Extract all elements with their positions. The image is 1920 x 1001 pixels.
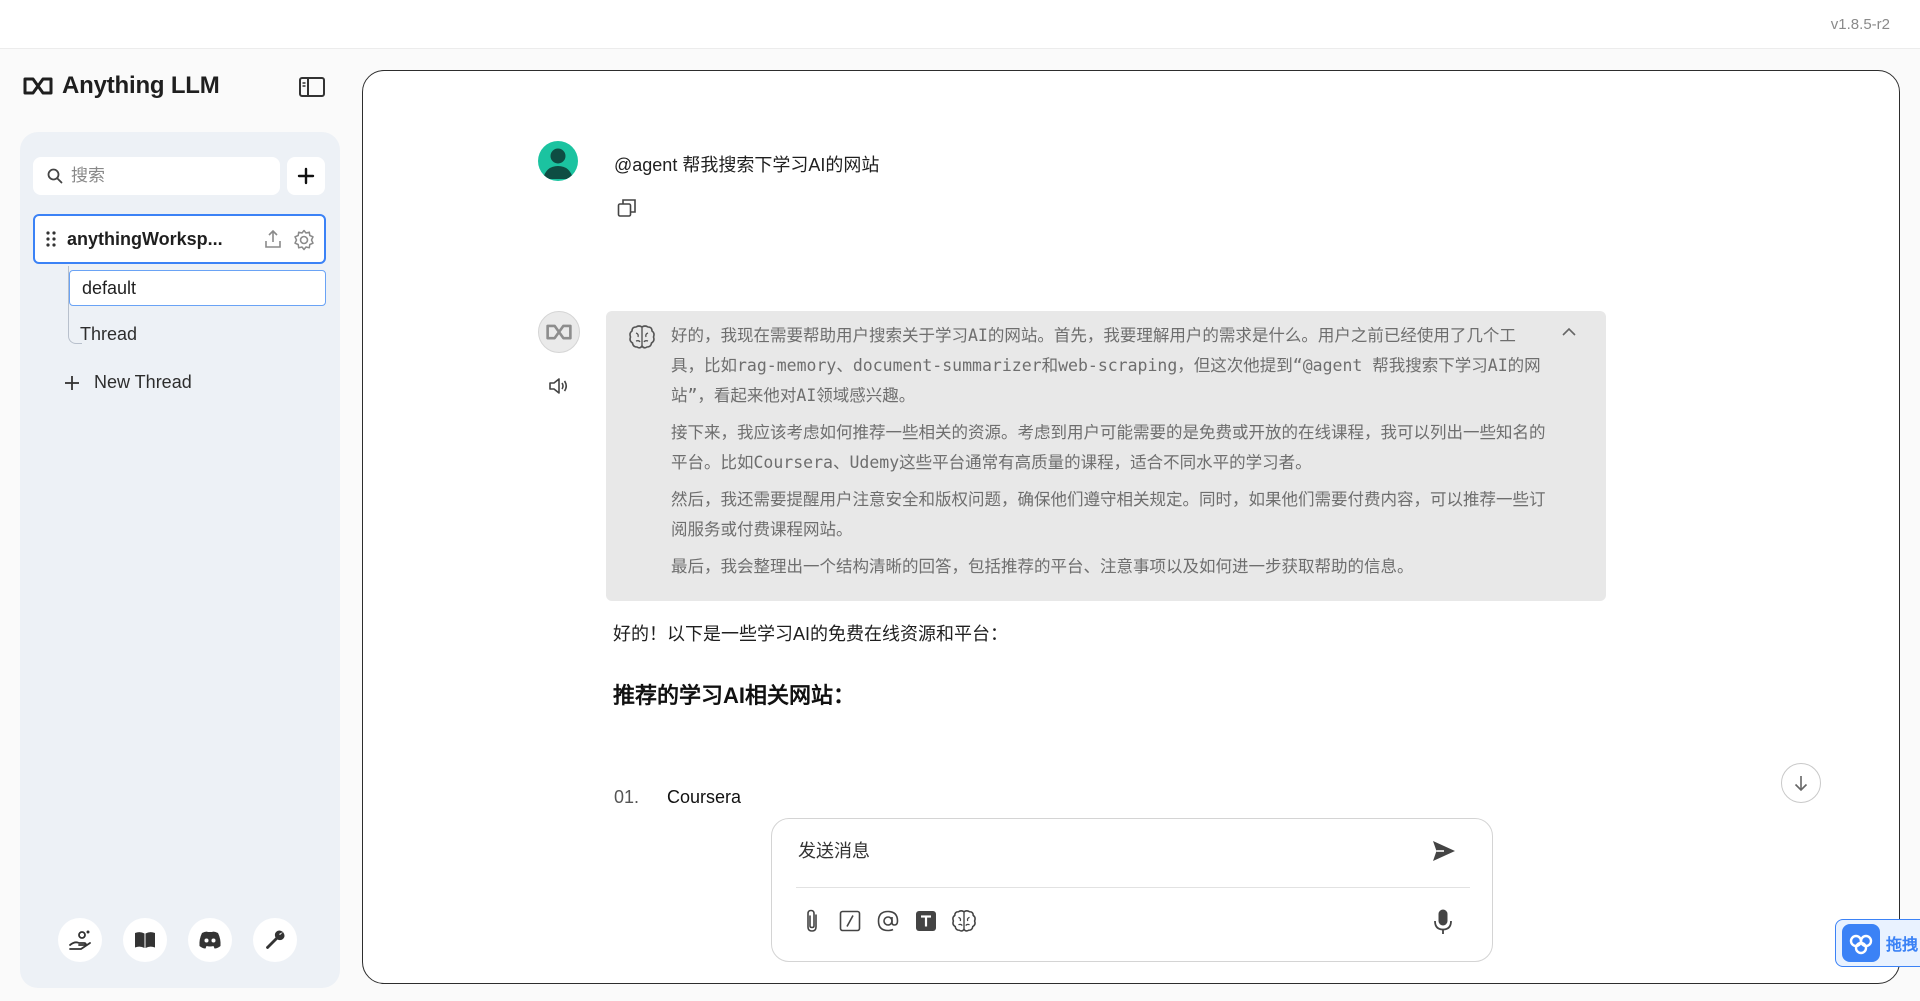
speaker-icon bbox=[549, 378, 568, 394]
message-composer bbox=[771, 818, 1493, 962]
workspace-name: anythingWorksp... bbox=[67, 228, 223, 249]
thought-paragraph: 好的，我现在需要帮助用户搜索关于学习AI的网站。首先，我要理解用户的需求是什么。… bbox=[671, 326, 1541, 405]
text-size-button[interactable] bbox=[912, 907, 939, 934]
sidebar-panel-icon bbox=[299, 77, 325, 97]
sidebar-toggle-button[interactable] bbox=[298, 76, 328, 100]
brain-icon bbox=[629, 325, 655, 349]
settings-button[interactable] bbox=[253, 918, 297, 962]
anything-llm-logo-icon bbox=[546, 324, 572, 340]
discord-icon bbox=[199, 931, 221, 949]
top-bar: v1.8.5-r2 bbox=[0, 0, 1920, 49]
answer-intro: 好的！以下是一些学习AI的免费在线资源和平台： bbox=[613, 624, 1009, 644]
composer-divider bbox=[796, 887, 1470, 888]
thought-paragraph: 然后，我还需要提醒用户注意安全和版权问题，确保他们遵守相关规定。同时，如果他们需… bbox=[671, 490, 1546, 539]
scroll-to-bottom-button[interactable] bbox=[1781, 763, 1821, 803]
microphone-button[interactable] bbox=[1432, 908, 1454, 941]
brand-logo[interactable]: Anything LLM bbox=[22, 72, 220, 100]
version-label: v1.8.5-r2 bbox=[1830, 16, 1890, 33]
user-avatar-icon bbox=[543, 148, 573, 179]
at-sign-icon bbox=[877, 910, 898, 931]
answer-heading: 推荐的学习AI相关网站： bbox=[613, 683, 856, 708]
settings-wrench-icon bbox=[266, 930, 285, 949]
list-item: Coursera bbox=[667, 787, 742, 807]
mention-agent-button[interactable] bbox=[874, 907, 901, 934]
upload-icon[interactable] bbox=[262, 228, 284, 250]
new-thread-button[interactable]: New Thread bbox=[64, 372, 192, 393]
discord-button[interactable] bbox=[188, 918, 232, 962]
community-hub-button[interactable] bbox=[58, 918, 102, 962]
anything-llm-logo-icon bbox=[23, 77, 53, 95]
search-input[interactable] bbox=[71, 166, 261, 186]
text-format-icon bbox=[915, 910, 936, 931]
copy-icon bbox=[617, 199, 636, 217]
drag-handle-icon[interactable] bbox=[45, 230, 57, 248]
send-icon bbox=[1433, 841, 1455, 861]
search-box[interactable] bbox=[33, 157, 280, 195]
send-button[interactable] bbox=[1431, 839, 1457, 868]
slash-command-button[interactable] bbox=[836, 907, 863, 934]
sidebar: anythingWorksp... default Thread New Thr… bbox=[20, 132, 340, 988]
chat-panel: @agent 帮我搜索下学习AI的网站 好的，我现在需要帮助用户搜索关于学习AI… bbox=[362, 70, 1900, 984]
search-icon bbox=[47, 168, 63, 184]
message-input[interactable] bbox=[798, 837, 1398, 877]
ai-avatar bbox=[538, 311, 580, 353]
thought-paragraph: 接下来，我应该考虑如何推荐一些相关的资源。考虑到用户可能需要的是免费或开放的在线… bbox=[671, 423, 1546, 472]
thread-item-thread[interactable]: Thread bbox=[80, 324, 137, 345]
new-thread-label: New Thread bbox=[94, 372, 192, 392]
copy-button[interactable] bbox=[616, 197, 638, 224]
arrow-down-icon bbox=[1794, 776, 1808, 792]
list-item-number: 01. bbox=[614, 787, 640, 807]
gear-icon[interactable] bbox=[292, 228, 316, 252]
paperclip-icon bbox=[806, 909, 817, 932]
thought-block: 好的，我现在需要帮助用户搜索关于学习AI的网站。首先，我要理解用户的需求是什么。… bbox=[606, 311, 1606, 601]
plus-icon bbox=[297, 167, 315, 185]
floating-label: 拖拽 bbox=[1886, 937, 1919, 954]
floating-helper-button[interactable]: 拖拽 bbox=[1835, 919, 1920, 967]
slash-command-icon bbox=[839, 910, 860, 931]
user-avatar bbox=[538, 141, 578, 181]
plus-icon bbox=[65, 375, 79, 390]
chevron-up-icon[interactable] bbox=[1562, 327, 1576, 337]
thread-item-default[interactable]: default bbox=[69, 270, 326, 306]
community-hub-icon bbox=[69, 930, 91, 950]
microphone-icon bbox=[1434, 909, 1452, 934]
thought-paragraph: 最后，我会整理出一个结构清晰的回答，包括推荐的平台、注意事项以及如何进一步获取帮… bbox=[671, 557, 1414, 576]
cloud-link-icon bbox=[1849, 934, 1873, 955]
reasoning-toggle-button[interactable] bbox=[950, 907, 977, 934]
workspace-item[interactable]: anythingWorksp... bbox=[33, 214, 326, 264]
text-to-speech-button[interactable] bbox=[548, 376, 570, 401]
brain-icon bbox=[951, 909, 976, 932]
new-workspace-button[interactable] bbox=[287, 157, 325, 195]
floating-logo bbox=[1842, 924, 1880, 962]
docs-button[interactable] bbox=[123, 918, 167, 962]
brand-name: Anything LLM bbox=[62, 72, 220, 99]
user-message: @agent 帮我搜索下学习AI的网站 bbox=[614, 155, 880, 175]
docs-book-icon bbox=[135, 932, 155, 948]
attach-button[interactable] bbox=[798, 907, 825, 934]
